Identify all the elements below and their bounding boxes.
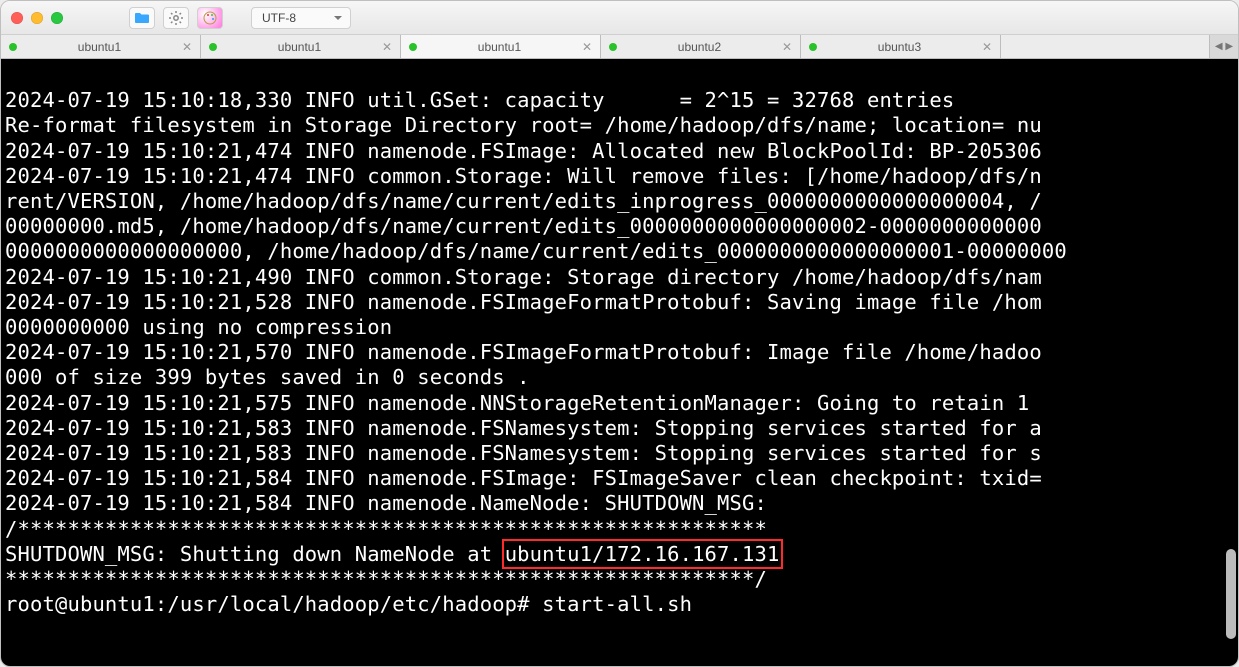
terminal-line: 2024-07-19 15:10:21,528 INFO namenode.FS… — [5, 290, 1234, 315]
close-tab-icon[interactable]: ✕ — [982, 40, 992, 54]
app-window: UTF-8 ubuntu1✕ubuntu1✕ubuntu1✕ubuntu2✕ub… — [0, 0, 1239, 667]
terminal-line: 2024-07-19 15:10:21,575 INFO namenode.NN… — [5, 391, 1234, 416]
close-tab-icon[interactable]: ✕ — [182, 40, 192, 54]
shutdown-msg-prefix: SHUTDOWN_MSG: Shutting down NameNode at — [5, 542, 505, 566]
tab-label: ubuntu2 — [625, 40, 774, 54]
close-tab-icon[interactable]: ✕ — [782, 40, 792, 54]
tab-label: ubuntu1 — [225, 40, 374, 54]
terminal-line: /***************************************… — [5, 517, 1234, 542]
terminal-line: ****************************************… — [5, 567, 767, 591]
terminal-output[interactable]: 2024-07-19 15:10:18,330 INFO util.GSet: … — [1, 59, 1238, 666]
terminal-line: 0000000000 using no compression — [5, 315, 1234, 340]
palette-icon[interactable] — [197, 7, 223, 29]
terminal-line: 2024-07-19 15:10:21,583 INFO namenode.FS… — [5, 441, 1234, 466]
folder-icon[interactable] — [129, 7, 155, 29]
tab-ubuntu3-4[interactable]: ubuntu3 ✕ — [801, 35, 1001, 58]
status-dot-icon — [809, 43, 817, 51]
zoom-window-button[interactable] — [51, 12, 63, 24]
terminal-line: 000 of size 399 bytes saved in 0 seconds… — [5, 365, 1234, 390]
tab-label: ubuntu3 — [825, 40, 974, 54]
terminal-line: 2024-07-19 15:10:21,490 INFO common.Stor… — [5, 265, 1234, 290]
status-dot-icon — [609, 43, 617, 51]
terminal-line: rent/VERSION, /home/hadoop/dfs/name/curr… — [5, 189, 1234, 214]
terminal-line: 2024-07-19 15:10:21,474 INFO common.Stor… — [5, 164, 1234, 189]
tab-label: ubuntu1 — [425, 40, 574, 54]
window-controls — [11, 12, 63, 24]
tab-bar: ubuntu1 ✕ ubuntu1 ✕ ubuntu1 ✕ ubuntu2 ✕ ubuntu3 ✕… — [1, 35, 1238, 59]
encoding-dropdown[interactable]: UTF-8 — [251, 7, 351, 29]
close-tab-icon[interactable]: ✕ — [582, 40, 592, 54]
terminal-line: 2024-07-19 15:10:21,584 INFO namenode.FS… — [5, 466, 1234, 491]
terminal-line: 0000000000000000000, /home/hadoop/dfs/na… — [5, 239, 1234, 264]
tab-ubuntu1-2[interactable]: ubuntu1 ✕ — [401, 35, 601, 58]
status-dot-icon — [209, 43, 217, 51]
close-tab-icon[interactable]: ✕ — [382, 40, 392, 54]
close-window-button[interactable] — [11, 12, 23, 24]
tab-label: ubuntu1 — [25, 40, 174, 54]
status-dot-icon — [409, 43, 417, 51]
tab-scroll-buttons[interactable]: ◀ ▶ — [1210, 35, 1238, 58]
terminal-line: Re-format filesystem in Storage Director… — [5, 113, 1234, 138]
terminal-line: 00000000.md5, /home/hadoop/dfs/name/curr… — [5, 214, 1234, 239]
tab-ubuntu1-0[interactable]: ubuntu1 ✕ — [1, 35, 201, 58]
status-dot-icon — [9, 43, 17, 51]
title-bar: UTF-8 — [1, 1, 1238, 35]
tab-ubuntu2-3[interactable]: ubuntu2 ✕ — [601, 35, 801, 58]
tabbar-empty — [1001, 35, 1210, 58]
terminal-line: 2024-07-19 15:10:21,583 INFO namenode.FS… — [5, 416, 1234, 441]
minimize-window-button[interactable] — [31, 12, 43, 24]
encoding-label: UTF-8 — [262, 11, 296, 25]
tab-ubuntu1-1[interactable]: ubuntu1 ✕ — [201, 35, 401, 58]
terminal-line: 2024-07-19 15:10:21,584 INFO namenode.Na… — [5, 491, 1234, 516]
namenode-address-highlight: ubuntu1/172.16.167.131 — [505, 542, 780, 566]
terminal-line: 2024-07-19 15:10:21,570 INFO namenode.FS… — [5, 340, 1234, 365]
gear-icon[interactable] — [163, 7, 189, 29]
shell-prompt: root@ubuntu1:/usr/local/hadoop/etc/hadoo… — [5, 592, 692, 616]
terminal-line: 2024-07-19 15:10:18,330 INFO util.GSet: … — [5, 88, 1234, 113]
terminal-scrollbar[interactable] — [1226, 549, 1236, 639]
terminal-line: 2024-07-19 15:10:21,474 INFO namenode.FS… — [5, 139, 1234, 164]
